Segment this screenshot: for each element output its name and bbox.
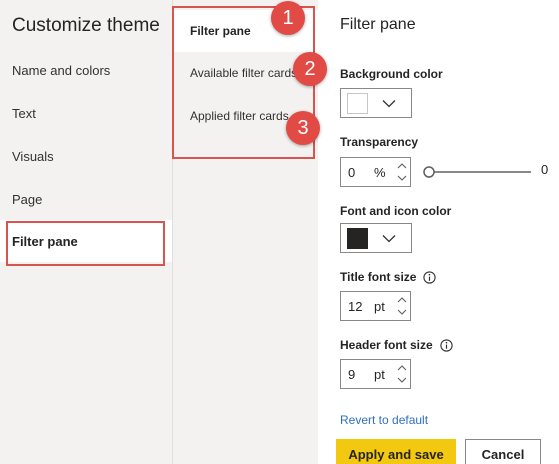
- nav-item-name-and-colors[interactable]: Name and colors: [0, 49, 172, 91]
- revert-to-default-link[interactable]: Revert to default: [340, 413, 428, 427]
- background-color-label: Background color: [340, 67, 443, 81]
- spin-arrows[interactable]: [396, 294, 408, 318]
- transparency-slider[interactable]: [423, 165, 531, 179]
- transparency-slider-value: 0: [541, 162, 549, 177]
- title-font-size-value: 12: [348, 298, 363, 314]
- callout-badge-1: 1: [271, 1, 305, 35]
- header-font-size-unit: pt: [374, 366, 385, 382]
- transparency-label: Transparency: [340, 135, 419, 149]
- spin-up-icon[interactable]: [397, 297, 407, 303]
- spin-up-icon[interactable]: [397, 365, 407, 371]
- info-icon[interactable]: [440, 338, 453, 352]
- header-font-size-label: Header font size: [340, 338, 453, 352]
- font-icon-color-picker[interactable]: [340, 223, 412, 253]
- transparency-input[interactable]: 0 %: [340, 157, 411, 187]
- spin-arrows[interactable]: [396, 160, 408, 184]
- chevron-down-icon: [382, 99, 396, 107]
- callout-badge-3: 3: [286, 111, 320, 145]
- info-icon[interactable]: [423, 270, 437, 284]
- title-font-size-label: Title font size: [340, 270, 437, 284]
- nav-item-visuals[interactable]: Visuals: [0, 135, 172, 177]
- header-font-size-text: Header font size: [340, 338, 433, 352]
- font-icon-color-swatch: [347, 227, 368, 249]
- title-font-size-text: Title font size: [340, 270, 417, 284]
- header-font-size-value: 9: [348, 366, 356, 382]
- transparency-unit: %: [374, 164, 386, 180]
- transparency-value: 0: [348, 164, 356, 180]
- spin-arrows[interactable]: [396, 362, 408, 386]
- nav-item-filter-pane[interactable]: Filter pane: [0, 220, 172, 262]
- slider-thumb[interactable]: [423, 166, 435, 178]
- callout-badge-2: 2: [293, 52, 327, 86]
- background-color-swatch: [347, 92, 368, 114]
- panel-title: Filter pane: [340, 16, 416, 33]
- apply-and-save-button[interactable]: Apply and save: [336, 439, 456, 464]
- cancel-button[interactable]: Cancel: [465, 439, 541, 464]
- header-font-size-input[interactable]: 9 pt: [340, 359, 411, 389]
- title-font-size-input[interactable]: 12 pt: [340, 291, 411, 321]
- background-color-picker[interactable]: [340, 88, 412, 118]
- title-font-size-unit: pt: [374, 298, 385, 314]
- theme-sections-pane: Customize theme Name and colors Text Vis…: [0, 0, 172, 464]
- spin-up-icon[interactable]: [397, 163, 407, 169]
- font-icon-color-label: Font and icon color: [340, 204, 452, 218]
- chevron-down-icon: [382, 234, 396, 242]
- spin-down-icon[interactable]: [397, 309, 407, 315]
- nav-item-text[interactable]: Text: [0, 92, 172, 134]
- pane-title: Customize theme: [12, 15, 160, 36]
- spin-down-icon[interactable]: [397, 377, 407, 383]
- spin-down-icon[interactable]: [397, 175, 407, 181]
- nav-item-page[interactable]: Page: [0, 178, 172, 220]
